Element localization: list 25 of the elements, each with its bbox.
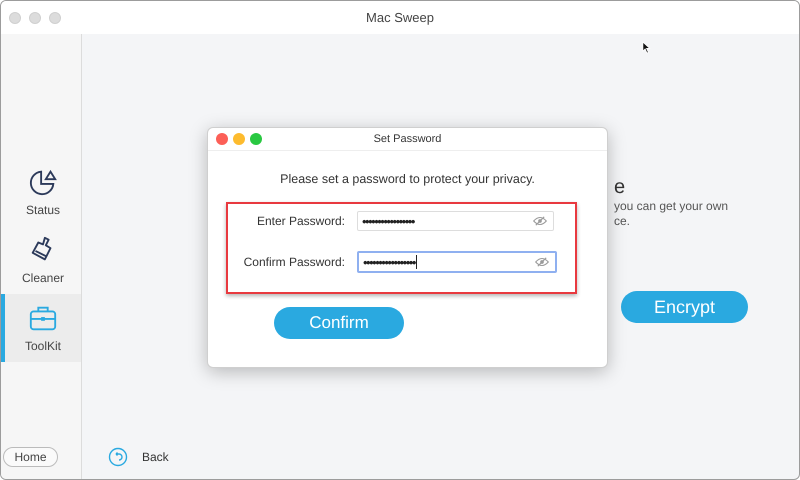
pointer-icon [642, 41, 651, 54]
minimize-button[interactable] [29, 12, 41, 24]
field-label: Enter Password: [256, 214, 345, 228]
minimize-button[interactable] [233, 133, 245, 145]
close-button[interactable] [9, 12, 21, 24]
zoom-button[interactable] [250, 133, 262, 145]
description-text: ce. [614, 214, 630, 229]
sidebar-item[interactable]: Status [1, 158, 81, 226]
description-text: you can get your own [614, 199, 728, 214]
zoom-button[interactable] [49, 12, 61, 24]
password-field[interactable]: ••••••••••••••••• [357, 211, 554, 231]
back-link[interactable]: Back [142, 450, 169, 464]
hidden-eye-icon[interactable] [535, 257, 549, 267]
password-field[interactable]: ••••••••••••••••• [357, 251, 557, 273]
sidebar-item[interactable]: Cleaner [1, 226, 81, 294]
section-heading: e [614, 176, 626, 199]
hidden-eye-icon[interactable] [533, 216, 547, 226]
back-icon[interactable] [108, 447, 128, 467]
sidebar-item[interactable]: ToolKit [1, 294, 81, 362]
field-label: Confirm Password: [242, 255, 345, 269]
dialog-title: Set Password [372, 133, 442, 145]
close-button[interactable] [216, 133, 228, 145]
window-title: Mac Sweep [365, 10, 435, 25]
dialog-message: Please set a password to protect your privacy. [280, 172, 535, 186]
home-button[interactable]: Home [3, 447, 58, 467]
